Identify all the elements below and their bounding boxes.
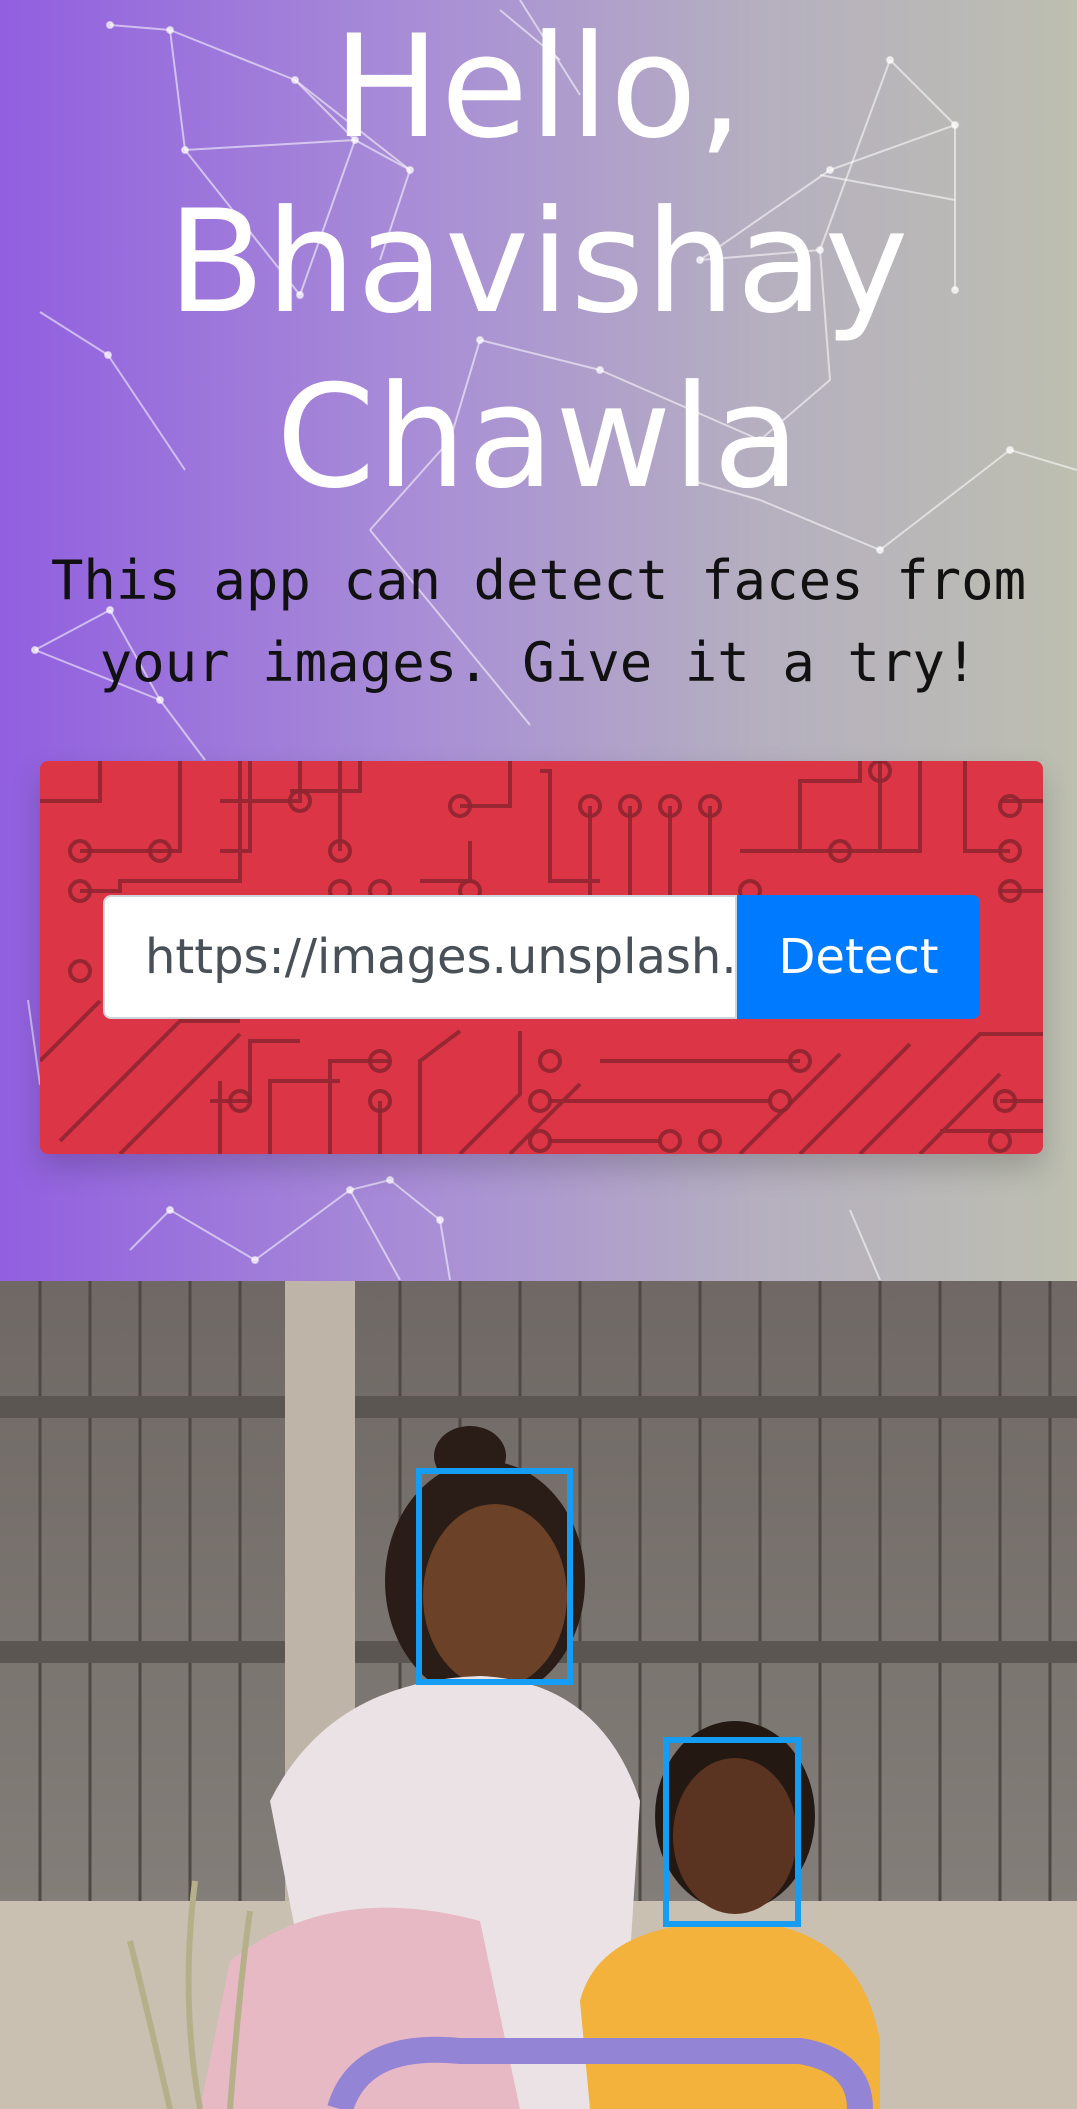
- app-description: This app can detect faces from your imag…: [50, 549, 1027, 694]
- greeting-title: Hello, Bhavishay Chawla: [0, 0, 1077, 525]
- face-detection-box: [416, 1468, 573, 1685]
- image-url-input[interactable]: https://images.unsplash.com/photo-154119…: [103, 895, 737, 1019]
- photo-illustration: [0, 1281, 1077, 2109]
- detector-card: https://images.unsplash.com/photo-154119…: [40, 761, 1043, 1154]
- face-detection-box: [663, 1737, 801, 1927]
- greeting-line-1: Hello,: [332, 5, 745, 170]
- detect-button[interactable]: Detect: [737, 895, 980, 1019]
- result-image: [0, 1281, 1077, 2109]
- greeting-line-3: Chawla: [276, 355, 801, 520]
- greeting-line-2: Bhavishay: [167, 180, 910, 345]
